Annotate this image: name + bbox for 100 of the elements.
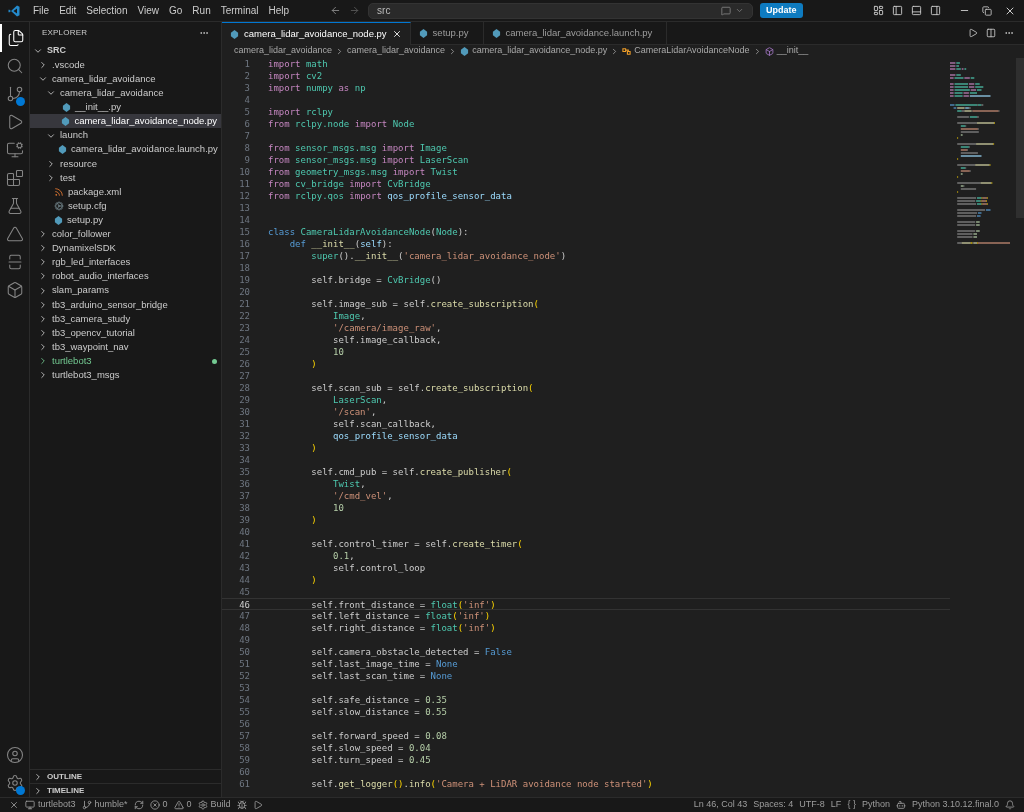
editor-tab[interactable]: camera_lidar_avoidance.launch.py xyxy=(483,22,668,45)
breadcrumb[interactable]: camera_lidar_avoidance_node.py xyxy=(460,44,608,58)
status-item[interactable]: Python xyxy=(858,798,893,812)
tree-folder[interactable]: test xyxy=(30,170,221,185)
copilot-icon[interactable] xyxy=(895,800,906,810)
status-item[interactable]: { } xyxy=(844,798,859,812)
close-tab-icon[interactable] xyxy=(391,29,402,39)
tree-folder[interactable]: turtlebot3_msgs xyxy=(30,368,221,383)
line-number: 40 xyxy=(238,526,250,538)
line-number: 31 xyxy=(238,418,250,430)
back-arrow-icon[interactable] xyxy=(330,5,342,16)
panel-bottom-icon[interactable] xyxy=(911,5,922,16)
chevron-right-icon xyxy=(38,356,48,366)
chevron-right-icon xyxy=(38,285,48,296)
update-button[interactable]: Update xyxy=(760,3,803,18)
tree-folder[interactable]: tb3_arduino_sensor_bridge xyxy=(30,297,221,312)
code-line: super().__init__('camera_lidar_avoidance_node') xyxy=(310,250,567,262)
status-item[interactable]: 0 xyxy=(170,798,195,812)
menu-item[interactable]: Go xyxy=(164,3,188,18)
code-line: import cv2 xyxy=(268,70,323,82)
triangle-icon[interactable] xyxy=(5,225,24,243)
tree-folder[interactable]: rgb_led_interfaces xyxy=(30,255,221,270)
search-field[interactable]: src xyxy=(368,2,754,19)
search-icon[interactable] xyxy=(5,57,24,75)
restore-icon[interactable] xyxy=(982,5,992,16)
panel-left-icon[interactable] xyxy=(892,5,903,16)
line-number: 9 xyxy=(243,154,250,166)
chevron-right-icon xyxy=(38,327,48,338)
tree-file[interactable]: camera_lidar_avoidance_node.py xyxy=(30,114,221,129)
tree-folder[interactable]: tb3_waypoint_nav xyxy=(30,339,221,354)
breadcrumb[interactable]: camera_lidar_avoidance xyxy=(234,44,333,58)
tree-file[interactable]: package.xml xyxy=(30,184,221,199)
tree-folder[interactable]: color_follower xyxy=(30,227,221,242)
bug-icon[interactable] xyxy=(236,800,247,810)
tree-folder[interactable]: camera_lidar_avoidance xyxy=(30,72,221,87)
run-icon[interactable] xyxy=(968,28,978,38)
section-header[interactable]: OUTLINE xyxy=(30,769,221,783)
line-number: 57 xyxy=(238,730,250,742)
tree-folder[interactable]: slam_params xyxy=(30,283,221,298)
minimap-drawing[interactable] xyxy=(950,62,1010,245)
tree-folder[interactable]: .vscode xyxy=(30,58,221,73)
menu-item[interactable]: Help xyxy=(263,3,295,18)
code-line: def __init__(self): xyxy=(288,238,393,250)
status-item[interactable]: Python 3.10.12.final.0 xyxy=(908,798,1002,812)
notification-badge xyxy=(16,97,25,106)
menu-item[interactable]: Edit xyxy=(54,3,82,18)
breadcrumb[interactable]: CameraLidarAvoidanceNode xyxy=(622,44,750,58)
menu-item[interactable]: View xyxy=(132,3,164,18)
bell-icon[interactable] xyxy=(1005,800,1015,810)
editor-tab[interactable]: camera_lidar_avoidance_node.py xyxy=(222,22,411,45)
gear-icon xyxy=(54,201,64,211)
settings-icon[interactable] xyxy=(5,774,24,792)
status-item[interactable]: Build xyxy=(194,798,234,812)
code-line: import math xyxy=(268,58,328,70)
python-file-icon xyxy=(491,28,501,38)
layout-icon[interactable] xyxy=(873,5,884,16)
status-item[interactable]: 0 xyxy=(146,798,171,812)
editor-tab[interactable]: setup.py xyxy=(410,22,484,45)
menu-item[interactable]: Run xyxy=(187,3,216,18)
sync-icon[interactable] xyxy=(133,800,144,810)
account-icon[interactable] xyxy=(5,746,24,764)
status-item[interactable]: Ln 46, Col 43 xyxy=(690,798,751,812)
code-line: '/camera/image_raw', xyxy=(332,322,442,334)
source-control-icon[interactable] xyxy=(5,85,24,103)
chevron-down-icon[interactable] xyxy=(735,6,745,15)
box-icon[interactable] xyxy=(5,281,24,299)
tree-folder[interactable]: robot_audio_interfaces xyxy=(30,269,221,284)
menu-item[interactable]: Terminal xyxy=(215,3,264,18)
tree-folder[interactable]: DynamixelSDK xyxy=(30,241,221,256)
tree-folder[interactable]: resource xyxy=(30,156,221,171)
tree-file[interactable]: camera_lidar_avoidance.launch.py xyxy=(30,142,221,157)
status-item[interactable]: humble* xyxy=(78,798,131,812)
tree-folder[interactable]: camera_lidar_avoidance xyxy=(30,86,221,101)
line-number: 39 xyxy=(238,514,250,526)
tree-folder[interactable]: tb3_camera_study xyxy=(30,311,221,326)
files-icon[interactable] xyxy=(6,29,25,47)
remote-explorer-icon[interactable] xyxy=(5,141,24,159)
tree-file[interactable]: setup.cfg xyxy=(30,198,221,214)
play-icon[interactable] xyxy=(252,800,263,810)
flask-icon[interactable] xyxy=(5,197,24,215)
root-folder-header[interactable]: SRC xyxy=(30,44,221,58)
status-item[interactable]: UTF-8 xyxy=(796,798,828,812)
tree-folder[interactable]: turtlebot3 xyxy=(30,353,221,369)
breadcrumb[interactable]: camera_lidar_avoidance xyxy=(347,44,446,58)
split-editor-icon[interactable] xyxy=(986,28,996,38)
status-item[interactable]: LF xyxy=(827,798,845,812)
breadcrumb[interactable]: __init__ xyxy=(764,44,809,58)
chevron-right-icon xyxy=(38,299,48,310)
tree-folder[interactable]: launch xyxy=(30,128,221,143)
tree-folder[interactable]: tb3_opencv_tutorial xyxy=(30,325,221,340)
status-item[interactable]: turtlebot3 xyxy=(22,798,79,812)
tree-file[interactable]: __init__.py xyxy=(30,100,221,115)
code-line: '/cmd_vel', xyxy=(332,490,393,502)
panel-right-icon[interactable] xyxy=(930,5,941,16)
menu-item[interactable]: Selection xyxy=(81,3,133,18)
menu-item[interactable]: File xyxy=(28,3,55,18)
extensions-icon[interactable] xyxy=(5,169,24,187)
status-item[interactable]: Spaces: 4 xyxy=(750,798,797,812)
tree-file[interactable]: setup.py xyxy=(30,213,221,228)
python-file-icon xyxy=(54,215,63,225)
